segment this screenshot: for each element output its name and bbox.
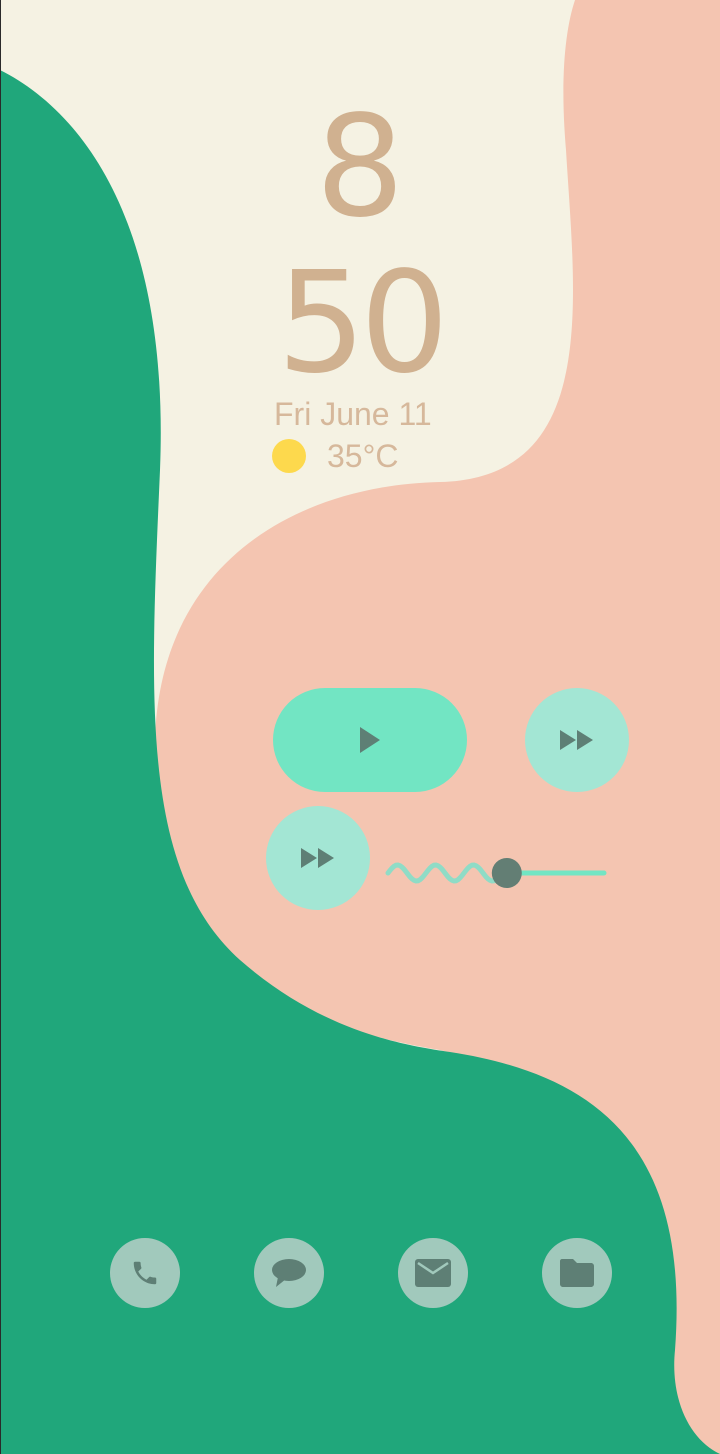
temperature-text: 35°C	[327, 437, 399, 474]
seek-bar-thumb[interactable]	[491, 858, 522, 888]
date-text: Fri June 11	[274, 396, 432, 432]
clock-hour: 8	[315, 86, 405, 249]
weather-row: 35°C	[272, 438, 399, 474]
sun-icon	[272, 439, 306, 473]
fast-forward-button-secondary[interactable]	[266, 806, 370, 910]
fast-forward-icon	[560, 730, 593, 750]
seek-bar-played-wave	[385, 862, 509, 884]
screen-edge-line	[0, 0, 1, 1454]
dock-email-button[interactable]	[398, 1238, 468, 1308]
phone-icon	[133, 1261, 157, 1285]
folder-icon	[560, 1259, 594, 1287]
play-icon	[360, 727, 380, 753]
mail-icon	[415, 1259, 451, 1287]
dock-phone-button[interactable]	[110, 1238, 180, 1308]
play-button[interactable]	[273, 688, 467, 792]
dock-messages-button[interactable]	[254, 1238, 324, 1308]
clock-minute: 50	[276, 242, 449, 405]
fast-forward-button[interactable]	[525, 688, 629, 792]
fast-forward-icon	[301, 848, 334, 868]
media-seek-bar[interactable]	[384, 852, 608, 896]
dock-files-button[interactable]	[542, 1238, 612, 1308]
chat-bubble-icon	[272, 1259, 306, 1287]
